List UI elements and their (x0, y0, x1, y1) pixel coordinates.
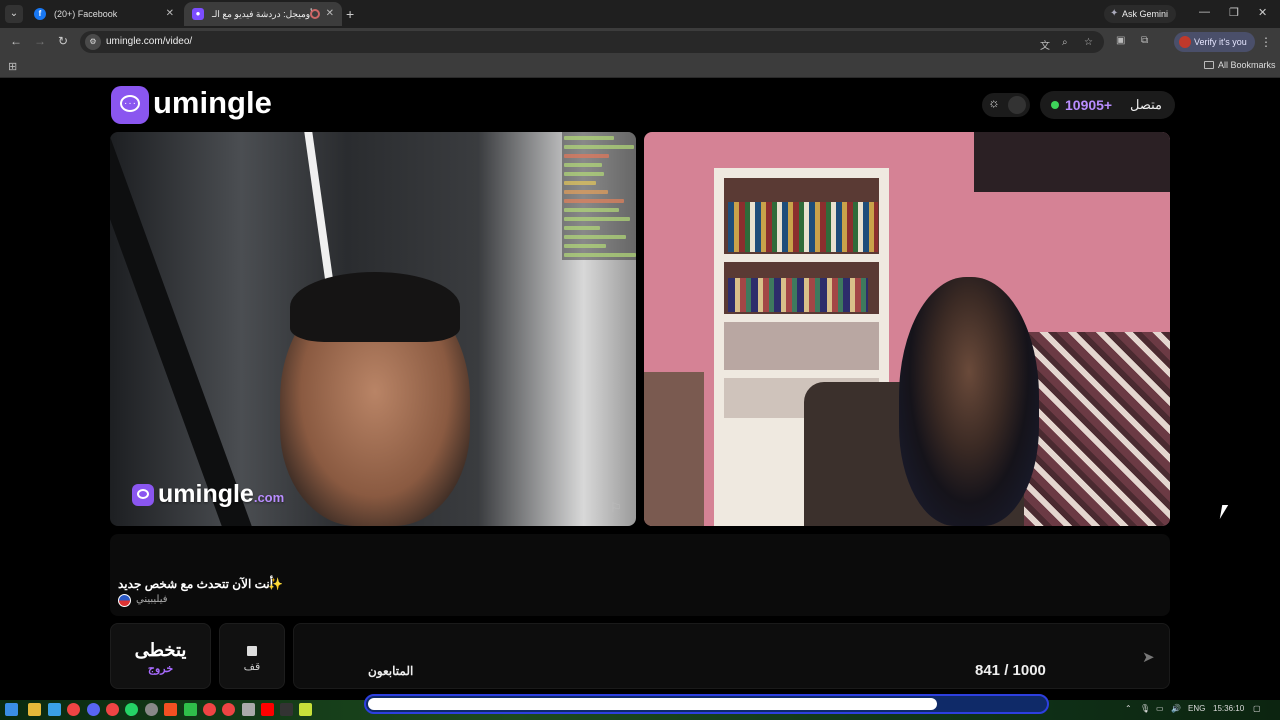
volume-icon[interactable]: 🔊 (1171, 704, 1181, 713)
close-window-icon[interactable]: ✕ (1258, 6, 1267, 19)
minimize-icon[interactable]: — (1199, 6, 1210, 18)
chrome-icon[interactable] (222, 703, 235, 716)
app-icon[interactable] (48, 703, 61, 716)
sun-icon: ☼ (988, 95, 1000, 110)
progress-fill (368, 698, 937, 710)
country-label: فيليبيني (136, 594, 168, 605)
chrome-icon[interactable] (67, 703, 80, 716)
online-label: متصل (1129, 97, 1162, 112)
tray-chevron-icon[interactable]: ⌃ (1125, 704, 1132, 713)
site-info-icon[interactable]: ⚙ (85, 34, 101, 50)
stop-label: قف (243, 661, 261, 673)
notifications-icon[interactable]: ▢ (1253, 704, 1261, 713)
person-right (899, 277, 1039, 526)
tab-search-button[interactable]: ⌄ (5, 5, 23, 23)
whatsapp-icon[interactable] (125, 703, 138, 716)
bookmarks-bar: ⊞ All Bookmarks (0, 56, 1280, 78)
country-flag-icon (118, 594, 131, 607)
all-bookmarks-button[interactable]: All Bookmarks (1204, 60, 1276, 70)
extensions-puzzle-icon[interactable]: ⧉ (1141, 35, 1148, 46)
tab-title: (20+) Facebook (54, 9, 118, 19)
system-message: أنت الآن تتحدث مع شخص جديد (118, 577, 274, 591)
remote-video (644, 132, 1170, 526)
chat-bubble-icon: ··· (111, 86, 149, 124)
local-video: umingle.com ⚐ (110, 132, 636, 526)
stop-icon (247, 646, 257, 656)
discord-icon[interactable] (87, 703, 100, 716)
extension-icon[interactable]: ▣ (1116, 35, 1125, 46)
zoom-icon[interactable]: ⌕ (1062, 37, 1068, 48)
chat-input-bar[interactable]: المتابعون 841 / 1000 ➤ (293, 623, 1170, 689)
browser-menu-icon[interactable]: ⋮ (1260, 35, 1272, 49)
chat-bubble-icon (132, 484, 154, 506)
bookmark-star-icon[interactable]: ☆ (1084, 37, 1093, 48)
logo-text: umingle (153, 85, 272, 120)
recording-progress-bar (364, 694, 1049, 714)
online-status-badge: 10905+ متصل (1040, 91, 1175, 119)
umingle-page: ··· umingle ☼ 10905+ متصل umingle.com ⚐ … (0, 78, 1280, 700)
translate-icon[interactable]: 文 (1040, 37, 1050, 52)
profile-verify-button[interactable]: Verify it's you (1174, 32, 1255, 52)
gemini-icon: ✦ (1110, 8, 1119, 19)
browser-tab-strip: ⌄ f (20+) Facebook ✕ ● أوميجل: دردشة فيد… (0, 0, 1280, 28)
skip-button[interactable]: يتخطى خروج (110, 623, 211, 689)
recording-icon (310, 9, 320, 19)
watermark-text: umingle (158, 480, 254, 508)
ask-gemini-button[interactable]: ✦ Ask Gemini (1104, 5, 1177, 23)
online-dot-icon (1051, 101, 1059, 109)
tab-umingle[interactable]: ● أوميجل: دردشة فيديو مع الـ ✕ (184, 2, 342, 26)
theme-toggle[interactable]: ☼ (982, 93, 1030, 117)
network-icon[interactable]: ▭ (1156, 704, 1164, 713)
capcut-icon[interactable] (280, 703, 293, 716)
followers-label: المتابعون (368, 664, 414, 678)
app-icon[interactable] (184, 703, 197, 716)
mouse-cursor (1219, 505, 1235, 519)
file-explorer-icon[interactable] (28, 703, 41, 716)
url-text: umingle.com/video/ (106, 36, 193, 47)
chat-overlay (562, 132, 636, 260)
chrome-icon[interactable] (106, 703, 119, 716)
new-tab-button[interactable]: + (346, 5, 354, 23)
tab-facebook[interactable]: f (20+) Facebook ✕ (26, 2, 182, 26)
language-indicator[interactable]: ENG (1188, 704, 1205, 713)
report-flag-icon[interactable]: ⚐ (610, 500, 622, 516)
close-tab-icon[interactable]: ✕ (326, 2, 334, 26)
back-icon[interactable]: ← (10, 34, 22, 48)
skip-sublabel: خروج (147, 663, 174, 675)
umingle-icon: ● (192, 8, 204, 20)
all-bookmarks-label: All Bookmarks (1218, 60, 1276, 70)
forward-icon[interactable]: → (34, 34, 46, 48)
microphone-icon[interactable]: 🎙 (1140, 704, 1150, 713)
folder-icon (1204, 61, 1214, 69)
skip-label: يتخطى (134, 640, 187, 660)
sparkle-icon: ✨ (268, 577, 283, 591)
watermark-suffix: .com (253, 490, 285, 505)
followers-count: 841 / 1000 (975, 662, 1046, 679)
app-icon[interactable] (242, 703, 255, 716)
chrome-icon[interactable] (203, 703, 216, 716)
clock[interactable]: 15:36:10 (1213, 704, 1244, 713)
browser-toolbar: ← → ↻ ⚙ umingle.com/video/ 文 ⌕ ☆ ▣ ⧉ Ver… (0, 28, 1280, 56)
windows-start-icon[interactable] (5, 703, 18, 716)
chat-panel: أنت الآن تتحدث مع شخص جديد ✨ فيليبيني (110, 534, 1170, 616)
restore-icon[interactable]: ❐ (1229, 6, 1239, 19)
brave-icon[interactable] (164, 703, 177, 716)
send-icon[interactable]: ➤ (1142, 648, 1155, 666)
stop-button[interactable]: قف (219, 623, 285, 689)
address-bar[interactable]: ⚙ umingle.com/video/ 文 ⌕ ☆ (80, 31, 1104, 53)
facebook-icon: f (34, 8, 46, 20)
apps-grid-icon[interactable]: ⊞ (8, 60, 17, 73)
obs-icon[interactable] (145, 703, 158, 716)
tab-title: أوميجل: دردشة فيديو مع الـ (212, 9, 313, 19)
verify-label: Verify it's you (1194, 37, 1247, 47)
close-tab-icon[interactable]: ✕ (166, 2, 174, 26)
online-count: 10905+ (1065, 97, 1113, 113)
reload-icon[interactable]: ↻ (58, 34, 68, 48)
toggle-knob (1008, 96, 1026, 114)
ask-gemini-label: Ask Gemini (1122, 9, 1169, 19)
youtube-icon[interactable] (261, 703, 274, 716)
avatar (1179, 36, 1191, 48)
app-icon[interactable] (299, 703, 312, 716)
